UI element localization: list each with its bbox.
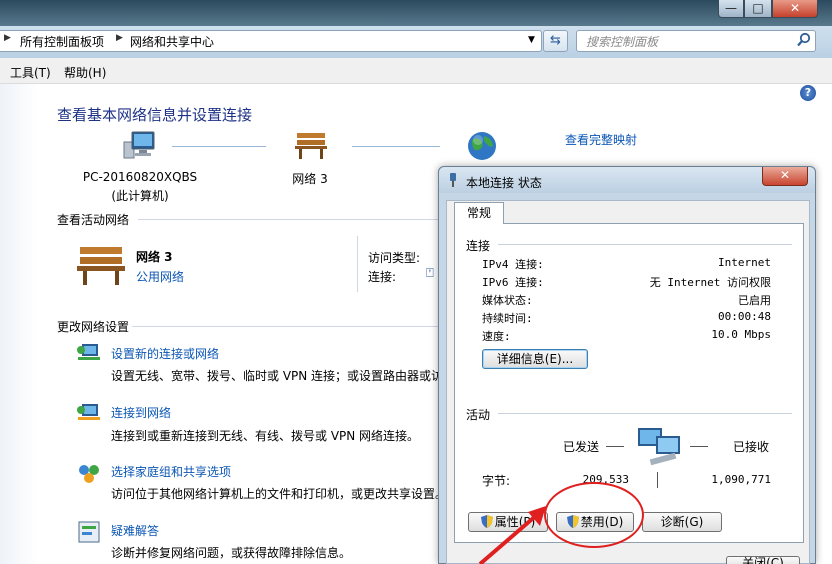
task-new-connection[interactable]: 设置新的连接或网络 (111, 345, 219, 362)
connect-network-icon (77, 404, 100, 420)
section-divider (138, 219, 438, 220)
connection-label: 连接: (368, 270, 397, 284)
menu-bar (0, 58, 832, 84)
internet-globe-icon (468, 132, 496, 160)
task-connect-network[interactable]: 连接到网络 (111, 404, 171, 421)
media-state-value: 已启用 (738, 294, 771, 307)
public-network-bench-icon[interactable] (76, 244, 126, 286)
breadcrumb-control-panel[interactable]: 所有控制面板项 (20, 33, 104, 50)
ipv6-value: 无 Internet 访问权限 (649, 276, 771, 289)
ethernet-icon[interactable]: ⍞ (426, 266, 434, 281)
menu-tools[interactable]: 工具(T) (10, 64, 51, 81)
task-connect-network-desc: 连接到或重新连接到无线、有线、拨号或 VPN 网络连接。 (111, 429, 420, 443)
crumb-separator-icon: ▶ (4, 33, 11, 43)
refresh-button[interactable]: ⇆ (543, 30, 568, 52)
crumb-separator-icon[interactable]: ▶ (116, 33, 123, 43)
window-titlebar (0, 0, 832, 26)
active-network-name: 网络 3 (136, 250, 173, 264)
refresh-icon: ⇆ (550, 33, 561, 48)
media-state-label: 媒体状态: (482, 294, 533, 307)
received-label: 已接收 (733, 440, 770, 454)
group-divider (498, 244, 792, 245)
help-icon[interactable]: ? (800, 85, 816, 101)
troubleshoot-icon (78, 521, 100, 543)
task-new-connection-desc: 设置无线、宽带、拨号、临时或 VPN 连接；或设置路由器或访 (111, 369, 444, 383)
access-type-label: 访问类型: (368, 251, 421, 265)
network-adapter-icon (450, 173, 456, 187)
network-activity-icon (638, 428, 680, 466)
task-troubleshoot-desc: 诊断并修复网络问题，或获得故障排除信息。 (111, 546, 352, 560)
breadcrumb-network-center[interactable]: 网络和共享中心 (130, 33, 214, 50)
ipv6-label: IPv6 连接: (482, 276, 544, 289)
connection-line (172, 146, 266, 147)
activity-group-label: 活动 (466, 408, 491, 422)
group-divider (498, 413, 792, 414)
duration-value: 00:00:48 (718, 310, 771, 323)
duration-label: 持续时间: (482, 312, 533, 325)
computer-sub-label: (此计算机) (111, 189, 169, 203)
dialog-close-button[interactable]: ✕ (762, 167, 808, 186)
bytes-divider (657, 472, 658, 488)
speed-label: 速度: (482, 330, 511, 343)
task-homegroup[interactable]: 选择家庭组和共享选项 (111, 463, 231, 480)
details-button[interactable]: 详细信息(E)... (482, 349, 588, 369)
section-divider (132, 326, 438, 327)
received-line (690, 446, 708, 447)
left-pane (0, 84, 38, 564)
network-label: 网络 3 (292, 172, 328, 186)
sent-label: 已发送 (563, 440, 600, 454)
address-dropdown-icon[interactable]: ▼ (528, 35, 535, 45)
bench-icon (295, 133, 327, 159)
ipv4-value: Internet (718, 256, 771, 269)
maximize-button[interactable]: □ (744, 0, 772, 18)
diagnose-button[interactable]: 诊断(G) (642, 512, 722, 532)
menu-help[interactable]: 帮助(H) (64, 64, 106, 81)
connection-line (352, 146, 440, 147)
tab-general[interactable]: 常规 (454, 202, 504, 224)
highlight-arrow-icon (478, 506, 546, 564)
dialog-title: 本地连接 状态 (466, 176, 542, 190)
page-title: 查看基本网络信息并设置连接 (57, 106, 253, 124)
task-homegroup-desc: 访问位于其他网络计算机上的文件和打印机，或更改共享设置。 (111, 487, 448, 501)
network-type-link[interactable]: 公用网络 (136, 268, 184, 285)
full-map-link[interactable]: 查看完整映射 (565, 131, 637, 148)
new-connection-icon (77, 344, 100, 360)
computer-name: PC-20160820XQBS (82, 170, 198, 184)
close-window-button[interactable]: ✕ (772, 0, 818, 18)
minimize-button[interactable]: — (718, 0, 744, 18)
bytes-label: 字节: (482, 474, 511, 488)
search-icon[interactable] (796, 32, 812, 48)
sent-line (606, 446, 624, 447)
bytes-received-value: 1,090,771 (711, 473, 771, 486)
search-placeholder: 搜索控制面板 (586, 35, 659, 49)
task-troubleshoot[interactable]: 疑难解答 (111, 522, 159, 539)
active-networks-heading: 查看活动网络 (57, 213, 130, 227)
computer-icon (123, 131, 155, 159)
speed-value: 10.0 Mbps (711, 328, 771, 341)
homegroup-icon (79, 465, 99, 483)
close-dialog-button[interactable]: 关闭(C) (726, 556, 800, 564)
ipv4-label: IPv4 连接: (482, 258, 544, 271)
vertical-divider (357, 236, 358, 292)
connection-group-label: 连接 (466, 239, 491, 253)
change-settings-heading: 更改网络设置 (57, 320, 130, 334)
